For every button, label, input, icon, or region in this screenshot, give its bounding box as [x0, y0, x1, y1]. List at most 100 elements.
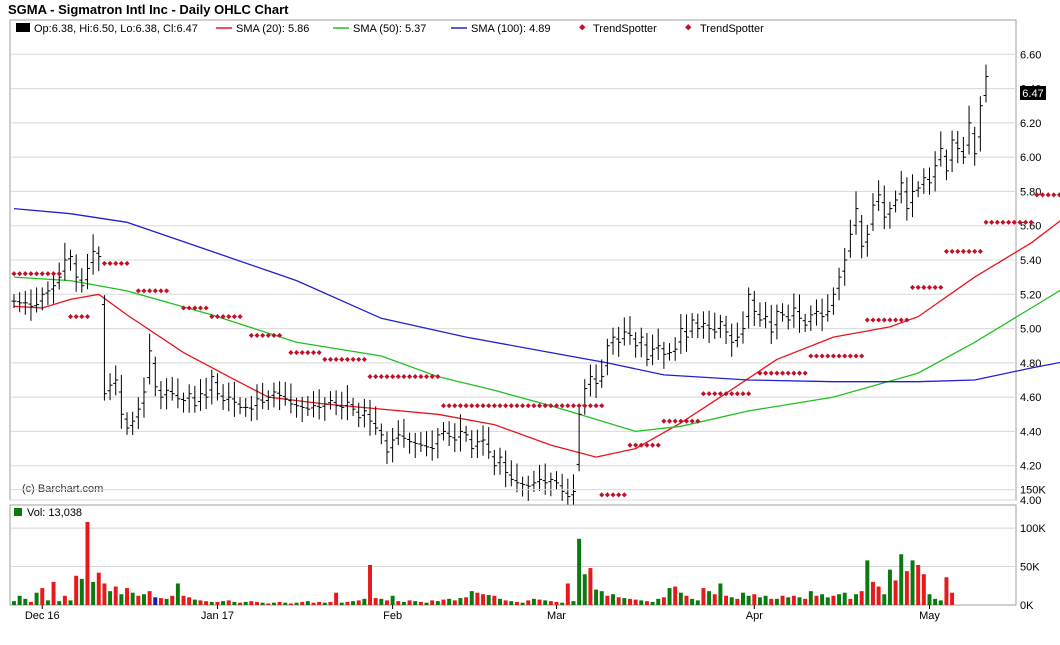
volume-bar [808, 591, 813, 605]
volume-bar [611, 594, 616, 605]
volume-bar [673, 586, 678, 605]
legend-ohlc: Op:6.38, Hi:6.50, Lo:6.38, Cl:6.47 [34, 23, 198, 35]
volume-bar [899, 554, 904, 605]
volume-bar [328, 601, 333, 605]
volume-bar [514, 601, 519, 605]
volume-bar [627, 598, 632, 605]
volume-bar [102, 583, 107, 605]
volume-bar [339, 602, 344, 605]
volume-bar [396, 601, 401, 605]
volume-bar [368, 565, 373, 605]
legend-sma20: SMA (20): 5.86 [236, 23, 309, 35]
x-tick-label: Jan 17 [201, 610, 234, 622]
volume-bar [181, 595, 186, 605]
volume-bar [486, 595, 491, 605]
volume-bar [243, 601, 248, 605]
volume-bar [865, 560, 870, 605]
volume-bar [503, 600, 508, 605]
volume-bar [164, 598, 169, 605]
volume-bar [921, 574, 926, 605]
volume-bar [85, 521, 90, 605]
volume-bar [526, 600, 531, 605]
volume-bar [28, 601, 33, 605]
volume-bar [294, 602, 299, 605]
volume-bar [577, 538, 582, 605]
price-tick-label: 6.60 [1020, 49, 1041, 61]
volume-bar [904, 571, 909, 605]
volume-bar [232, 601, 237, 605]
volume-bar [859, 591, 864, 605]
ohlc-chart: SGMA - Sigmatron Intl Inc - Daily OHLC C… [0, 0, 1060, 622]
price-tick-label: 4.40 [1020, 426, 1041, 438]
volume-bar [300, 601, 305, 605]
volume-bar [198, 600, 203, 605]
volume-bar [520, 602, 525, 605]
legend-sma50: SMA (50): 5.37 [353, 23, 426, 35]
watermark: (c) Barchart.com [22, 483, 103, 495]
volume-bar [594, 589, 599, 605]
legend: Op:6.38, Hi:6.50, Lo:6.38, Cl:6.47 SMA (… [16, 23, 764, 35]
volume-bar [492, 595, 497, 605]
volume-bar [650, 601, 655, 605]
volume-bar [803, 598, 808, 605]
volume-bar [119, 594, 124, 605]
volume-label: Vol: 13,038 [27, 507, 82, 519]
volume-bar [769, 598, 774, 605]
volume-bar [362, 598, 367, 605]
volume-bar [62, 595, 67, 605]
volume-bar [136, 595, 141, 605]
volume-bar [266, 603, 271, 605]
x-tick-label: May [919, 610, 940, 622]
price-tick-label: 4.00 [1020, 495, 1041, 507]
volume-bar [226, 600, 231, 605]
volume-bar [187, 597, 192, 605]
volume-bar [763, 595, 768, 605]
volume-bar [690, 598, 695, 605]
volume-bar [870, 581, 875, 605]
x-axis: Dec 16 Jan 17 Feb Mar Apr May [25, 605, 940, 622]
volume-bar [944, 577, 949, 605]
volume-bar [288, 603, 293, 605]
trendspotter-marker [1051, 192, 1057, 198]
volume-bar [498, 598, 502, 605]
volume-bar [464, 597, 469, 605]
volume-bar [837, 594, 842, 605]
volume-bar [786, 597, 791, 605]
volume-bar [933, 598, 938, 605]
legend-ohlc-swatch [16, 23, 30, 32]
volume-bar [605, 595, 610, 605]
volume-bar [311, 602, 316, 605]
x-tick-label: Mar [547, 610, 566, 622]
volume-bar [379, 598, 384, 605]
volume-bar [780, 595, 785, 605]
x-tick-label: Apr [746, 610, 763, 622]
volume-bar [158, 598, 163, 605]
volume-bar [249, 601, 254, 605]
volume-bar [509, 601, 514, 605]
volume-bar [842, 592, 847, 605]
volume-bar [418, 601, 423, 605]
volume-bar [407, 600, 412, 605]
volume-bar [68, 600, 73, 605]
volume-bar [707, 591, 712, 605]
volume-bar [616, 597, 621, 605]
volume-bar [554, 601, 559, 605]
volume-bar [848, 598, 853, 605]
volume-bar [656, 598, 661, 605]
volume-bar [910, 560, 915, 605]
volume-bar [277, 601, 282, 605]
volume-bar [334, 592, 339, 605]
volume-bar [204, 601, 209, 605]
volume-bar [639, 600, 644, 605]
volume-bar [430, 600, 435, 605]
volume-tick-label: 0K [1020, 600, 1034, 612]
volume-bar [74, 575, 79, 605]
volume-bar [192, 599, 197, 605]
volume-bar [916, 565, 921, 605]
legend-sma100: SMA (100): 4.89 [471, 23, 551, 35]
volume-bar [729, 597, 734, 605]
volume-bar [950, 592, 955, 605]
volume-bar [475, 592, 480, 605]
volume-bar [255, 601, 259, 605]
volume-bar [684, 595, 689, 605]
